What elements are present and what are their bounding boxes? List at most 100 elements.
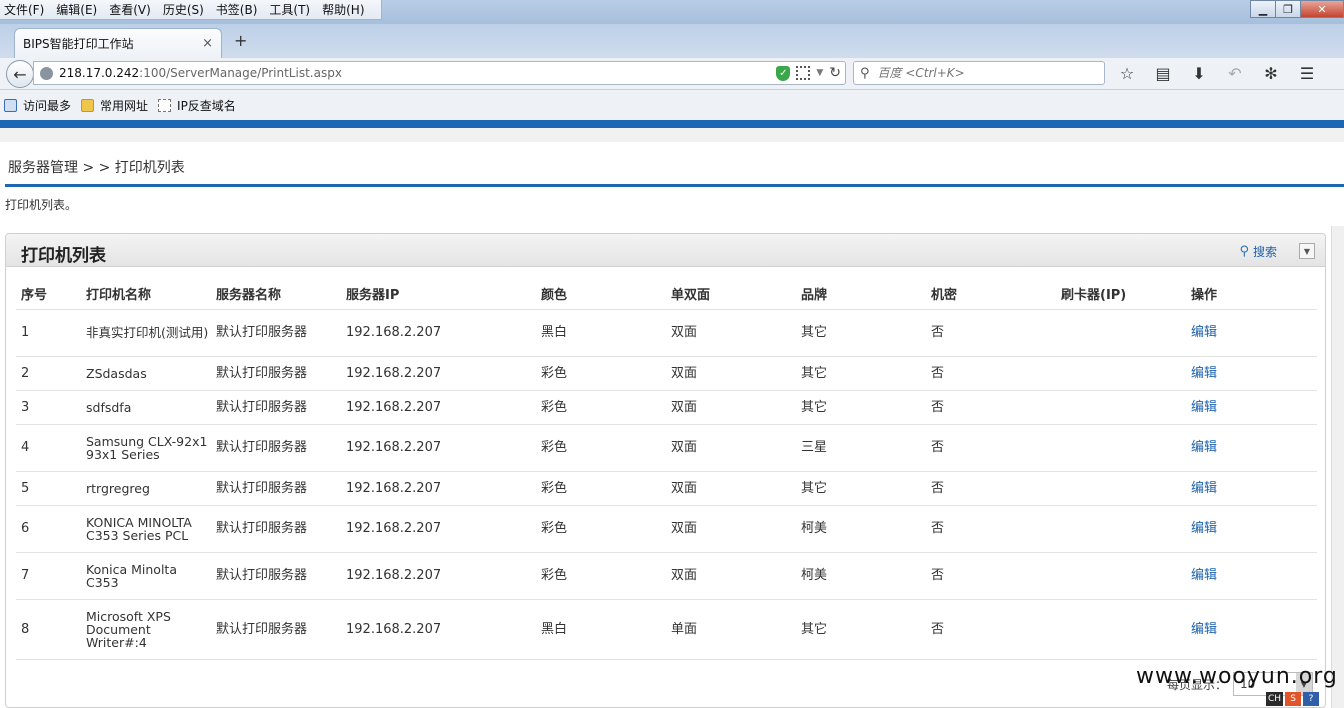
cell-secret: 否 (926, 505, 1056, 553)
shield-icon[interactable]: ✓ (776, 65, 791, 81)
reading-list-icon[interactable]: ▤ (1152, 64, 1174, 83)
cell-duplex: 双面 (666, 471, 796, 506)
edit-link[interactable]: 编辑 (1191, 622, 1217, 637)
search-bar[interactable]: ⚲ (853, 61, 1105, 85)
cell-secret: 否 (926, 309, 1056, 357)
breadcrumb: 服务器管理 > > 打印机列表 (8, 160, 185, 176)
panel-search-button[interactable]: ⚲ 搜索 (1239, 243, 1277, 260)
qr-code-icon[interactable] (796, 66, 811, 80)
back-button[interactable]: ← (6, 60, 34, 88)
page-description: 打印机列表。 (5, 198, 78, 212)
minimize-button[interactable]: ▁ (1250, 0, 1276, 18)
cell-server-name: 默认打印服务器 (211, 505, 341, 553)
table-row: 7 Konica Minolta C353 默认打印服务器 192.168.2.207… (16, 552, 1317, 600)
cell-card-reader (1056, 505, 1186, 553)
cell-printer-name: ZSdasdas (81, 356, 211, 391)
menu-view[interactable]: 查看(V) (109, 1, 151, 18)
header-subbar (0, 128, 1344, 142)
extension-icon[interactable]: ✻ (1260, 64, 1282, 83)
cell-secret: 否 (926, 599, 1056, 660)
folder-icon (81, 98, 95, 112)
new-tab-button[interactable]: + (234, 31, 247, 50)
download-icon[interactable]: ⬇ (1188, 64, 1210, 83)
cell-color: 彩色 (536, 390, 666, 425)
sogou-icon[interactable]: S (1285, 692, 1302, 706)
cell-printer-name: KONICA MINOLTA C353 Series PCL (81, 505, 211, 553)
help-icon[interactable]: ? (1303, 692, 1320, 706)
bookmarks-bar: 访问最多 常用网址 IP反查域名 (0, 90, 1344, 120)
menu-help[interactable]: 帮助(H) (322, 1, 364, 18)
cell-printer-name: sdfsdfa (81, 390, 211, 425)
menu-history[interactable]: 历史(S) (163, 1, 204, 18)
navigation-bar: ← 218.17.0.242:100/ServerManage/PrintLis… (0, 58, 1344, 90)
edit-link[interactable]: 编辑 (1191, 568, 1217, 583)
panel-header: 打印机列表 ⚲ 搜索 ▼ (6, 234, 1325, 267)
cell-server-ip: 192.168.2.207 (341, 505, 536, 553)
edit-link[interactable]: 编辑 (1191, 325, 1217, 340)
cell-server-ip: 192.168.2.207 (341, 309, 536, 357)
tab-title: BIPS智能打印工作站 (23, 37, 134, 51)
cell-color: 彩色 (536, 356, 666, 391)
reload-icon[interactable]: ↻ (829, 65, 841, 81)
cell-secret: 否 (926, 424, 1056, 472)
cell-brand: 其它 (796, 599, 926, 660)
col-header-ip: 服务器IP (341, 278, 536, 310)
cell-server-name: 默认打印服务器 (211, 552, 341, 600)
cell-brand: 柯美 (796, 505, 926, 553)
url-bar[interactable]: 218.17.0.242:100/ServerManage/PrintList.… (33, 61, 846, 85)
undo-icon[interactable]: ↶ (1224, 64, 1246, 83)
bookmark-ip-reverse[interactable]: IP反查域名 (158, 97, 236, 114)
bookmark-label: 常用网址 (100, 98, 149, 113)
printer-table: 序号 打印机名称 服务器名称 服务器IP 颜色 单双面 品牌 机密 刷卡器(IP… (16, 278, 1317, 660)
maximize-button[interactable]: ❐ (1275, 0, 1301, 18)
url-bar-actions: ✓ ▼ ↻ (776, 65, 841, 81)
edit-link[interactable]: 编辑 (1191, 440, 1217, 455)
cell-server-name: 默认打印服务器 (211, 309, 341, 357)
cell-server-name: 默认打印服务器 (211, 356, 341, 391)
menu-bookmarks[interactable]: 书签(B) (216, 1, 258, 18)
table-row: 2 ZSdasdas 默认打印服务器 192.168.2.207 彩色 双面 其它否 编辑 (16, 356, 1317, 391)
cell-action: 编辑 (1186, 390, 1317, 425)
cell-action: 编辑 (1186, 599, 1317, 660)
menu-edit[interactable]: 编辑(E) (56, 1, 97, 18)
cell-no: 8 (16, 599, 81, 660)
edit-link[interactable]: 编辑 (1191, 481, 1217, 496)
table-body: 1 非真实打印机(测试用) 默认打印服务器 192.168.2.207 黑白 双面 其它否编… (16, 309, 1317, 660)
cell-server-name: 默认打印服务器 (211, 599, 341, 660)
tab-bips[interactable]: BIPS智能打印工作站 × (14, 28, 222, 58)
page-scrollbar[interactable] (1331, 226, 1344, 708)
cell-server-name: 默认打印服务器 (211, 390, 341, 425)
panel-search-label: 搜索 (1252, 245, 1277, 259)
collapse-icon[interactable]: ▼ (1299, 243, 1315, 259)
cell-duplex: 双面 (666, 309, 796, 357)
cell-secret: 否 (926, 356, 1056, 391)
dropdown-icon[interactable]: ▼ (816, 68, 823, 78)
cell-printer-name: Samsung CLX-92x1 93x1 Series (81, 424, 211, 472)
cell-action: 编辑 (1186, 356, 1317, 391)
tab-close-icon[interactable]: × (202, 36, 213, 51)
close-window-button[interactable]: ✕ (1300, 0, 1344, 18)
edit-link[interactable]: 编辑 (1191, 366, 1217, 381)
ime-indicator[interactable]: CH (1266, 692, 1284, 706)
tab-strip: BIPS智能打印工作站 × (0, 24, 1344, 58)
search-input[interactable] (875, 65, 1086, 81)
url-host: 218.17.0.242 (59, 66, 140, 80)
menu-icon[interactable]: ☰ (1296, 64, 1318, 83)
bookmark-common-sites[interactable]: 常用网址 (81, 97, 148, 114)
cell-action: 编辑 (1186, 309, 1317, 357)
menu-file[interactable]: 文件(F) (4, 1, 44, 18)
cell-color: 黑白 (536, 599, 666, 660)
bookmark-most-visited[interactable]: 访问最多 (4, 97, 71, 114)
star-icon[interactable]: ☆ (1116, 64, 1138, 83)
edit-link[interactable]: 编辑 (1191, 521, 1217, 536)
col-header-color: 颜色 (536, 278, 666, 310)
watermark: www.wooyun.org (1136, 664, 1338, 689)
edit-link[interactable]: 编辑 (1191, 400, 1217, 415)
menu-tools[interactable]: 工具(T) (269, 1, 310, 18)
cell-action: 编辑 (1186, 471, 1317, 506)
globe-icon (40, 66, 53, 80)
cell-server-name: 默认打印服务器 (211, 471, 341, 506)
cell-color: 彩色 (536, 424, 666, 472)
table-row: 1 非真实打印机(测试用) 默认打印服务器 192.168.2.207 黑白 双面 其它否 编… (16, 309, 1317, 357)
breadcrumb-divider (5, 184, 1344, 187)
